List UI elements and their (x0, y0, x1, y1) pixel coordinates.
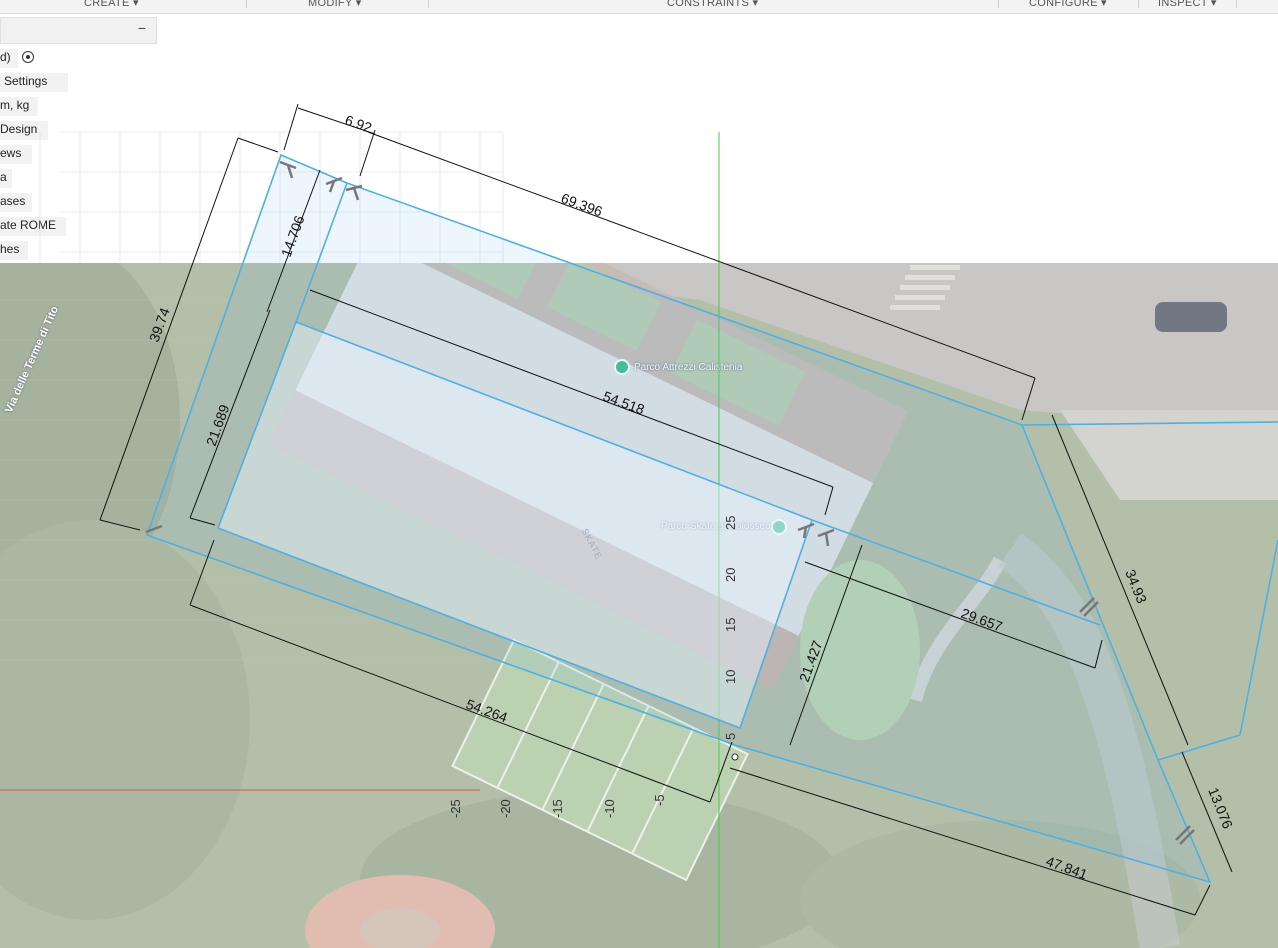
browser-item-sketches[interactable]: hes (0, 241, 28, 260)
toolbar-separator (246, 0, 247, 8)
browser-item-design[interactable]: Design (0, 121, 48, 140)
poi-pin-icon[interactable] (614, 359, 630, 375)
dim-14-706: 14.706 (278, 213, 308, 259)
browser-panel-header: − (0, 17, 157, 44)
browser-item-units[interactable]: m, kg (0, 97, 38, 116)
toolbar-separator (998, 0, 999, 8)
perpendicular-constraint-icon[interactable] (279, 160, 297, 179)
toolbar-constraints-menu[interactable]: CONSTRAINTS ▾ (667, 0, 758, 12)
browser-item-settings[interactable]: Settings (0, 73, 68, 92)
poi-label-calistenia[interactable]: Parco Attrezzi Calistenia (634, 362, 742, 373)
sketch-grid (39, 131, 504, 263)
toolbar-inspect-menu[interactable]: INSPECT ▾ (1158, 0, 1217, 12)
active-radio-icon[interactable] (22, 51, 34, 63)
browser-item-canvases[interactable]: ases (0, 193, 32, 212)
toolbar-configure-menu[interactable]: CONFIGURE ▾ (1029, 0, 1107, 12)
toolbar-separator (428, 0, 429, 8)
toolbar-separator (1138, 0, 1139, 8)
perpendicular-constraint-icon[interactable] (345, 184, 363, 201)
toolbar: CREATE ▾ MODIFY ▾ CONSTRAINTS ▾ CONFIGUR… (0, 0, 1278, 14)
poi-pin-icon[interactable] (771, 519, 787, 535)
browser-item-origin[interactable]: a (0, 169, 12, 188)
satellite-canvas[interactable]: Parco Attrezzi Calistenia Parco Skate al… (0, 263, 1278, 948)
poi-label-skate[interactable]: Parco Skate al Colosseo (661, 521, 771, 532)
dim-6-92: 6.92 (343, 112, 374, 136)
browser-item-canvas-rome[interactable]: ate ROME (0, 217, 66, 236)
perpendicular-constraint-icon[interactable] (325, 176, 343, 193)
browser-item-document[interactable]: d) (0, 49, 18, 68)
collapse-browser-button[interactable]: − (138, 20, 146, 36)
browser-item-views[interactable]: ews (0, 145, 32, 164)
toolbar-separator (1236, 0, 1237, 8)
toolbar-modify-menu[interactable]: MODIFY ▾ (308, 0, 362, 12)
dim-69-396: 69.396 (559, 190, 605, 220)
toolbar-create-menu[interactable]: CREATE ▾ (84, 0, 139, 12)
